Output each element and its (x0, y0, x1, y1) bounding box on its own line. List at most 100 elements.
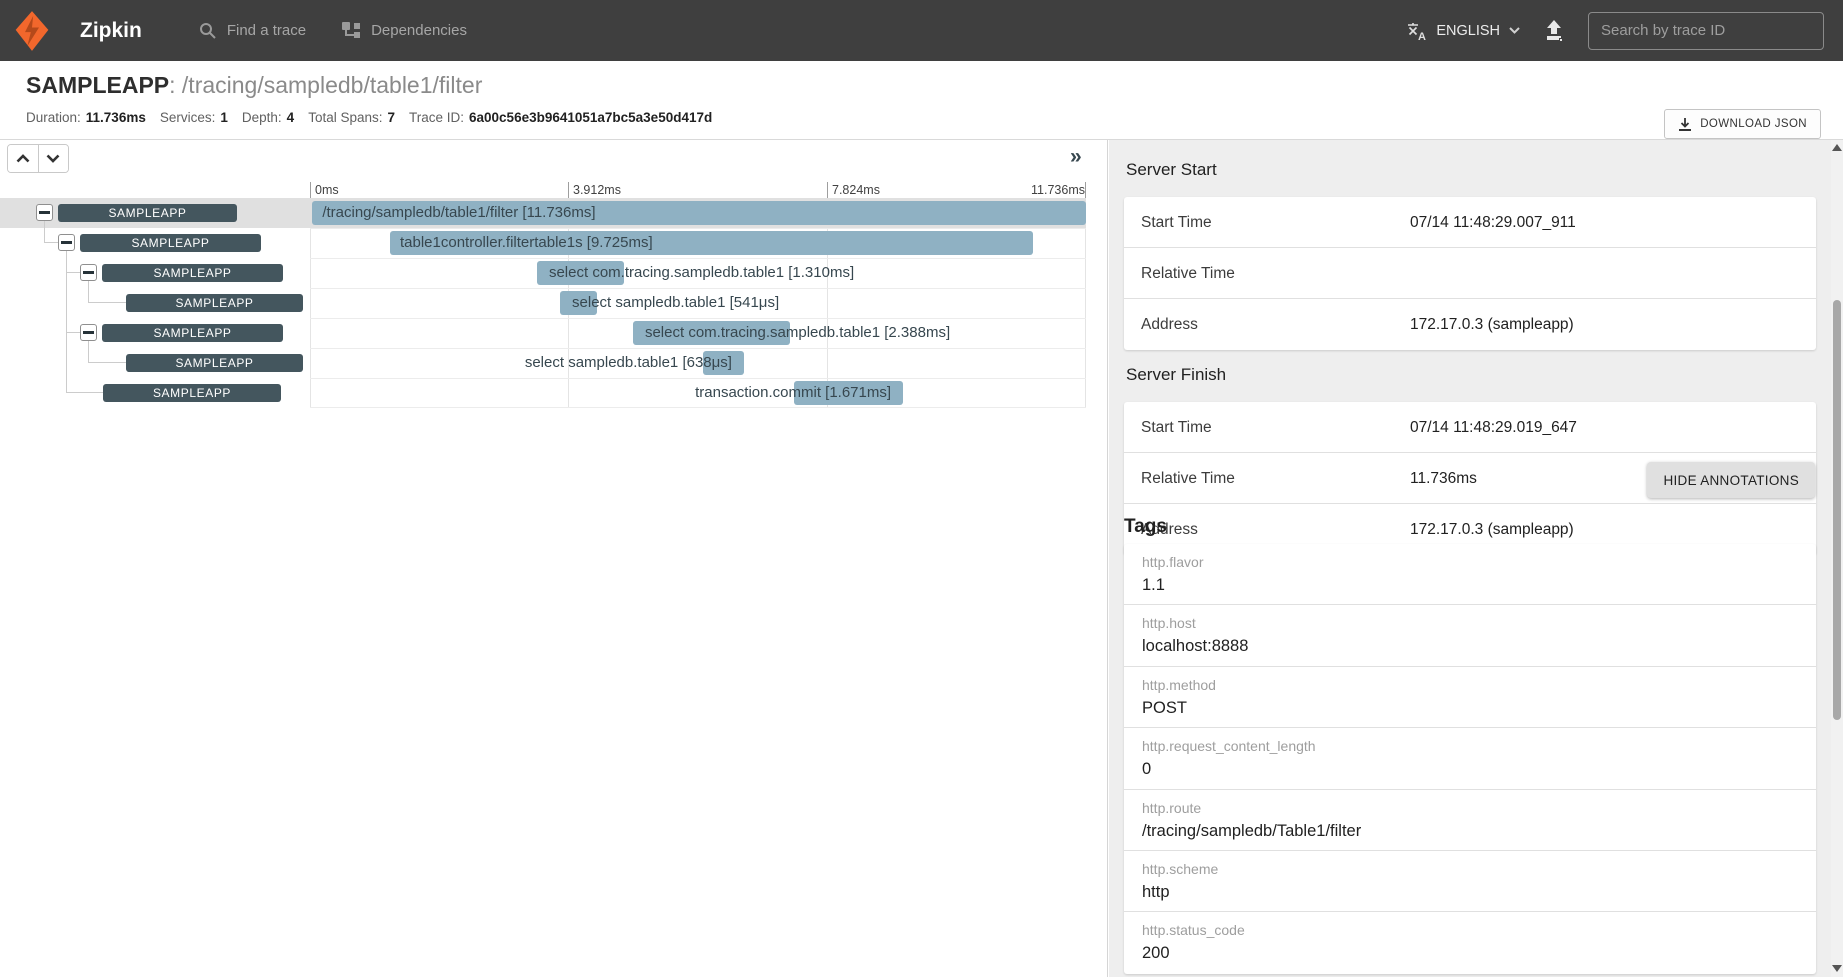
page-title: SAMPLEAPP: /tracing/sampledb/table1/filt… (26, 72, 482, 99)
stat-depth-value: 4 (287, 110, 295, 125)
span-bar-label: /tracing/sampledb/table1/filter [11.736m… (322, 204, 595, 222)
dependencies-icon (342, 22, 360, 39)
nav-find-a-trace[interactable]: Find a trace (199, 22, 306, 39)
span-bar-label: select sampledb.table1 [638μs] (525, 354, 732, 372)
tag-key: http.route (1142, 800, 1816, 817)
translate-icon: A (1407, 21, 1427, 41)
tree-connector (88, 281, 89, 303)
tag-value: 1.1 (1142, 574, 1816, 596)
span-bar-row: transaction.commit [1.671ms] (310, 378, 1086, 408)
tags-title: Tags (1124, 516, 1167, 538)
tag-key: http.method (1142, 677, 1816, 694)
trace-header: SAMPLEAPP: /tracing/sampledb/table1/filt… (0, 61, 1843, 140)
stat-services-value: 1 (220, 110, 228, 125)
tag-key: http.host (1142, 615, 1816, 632)
tree-connector (88, 341, 89, 363)
stat-total-spans-value: 7 (387, 110, 395, 125)
tag-key: http.scheme (1142, 861, 1816, 878)
tag-row: http.scheme http (1124, 851, 1816, 912)
span-nav-buttons (7, 144, 69, 173)
nav-find-a-trace-label: Find a trace (227, 22, 306, 39)
span-detail-panel: Server Start Start Time 07/14 11:48:29.0… (1109, 140, 1843, 977)
span-service-button[interactable]: SAMPLEAPP (102, 264, 283, 282)
span-service-button[interactable]: SAMPLEAPP (80, 234, 261, 252)
stat-depth-label: Depth: (242, 110, 282, 125)
collapse-span-icon[interactable] (58, 234, 75, 251)
span-service-button[interactable]: SAMPLEAPP (126, 294, 303, 312)
tag-key: http.flavor (1142, 554, 1816, 571)
annotation-value: 172.17.0.3 (sampleapp) (1410, 316, 1574, 334)
scrollbar-thumb[interactable] (1833, 300, 1841, 720)
chevron-down-icon (1509, 27, 1520, 34)
tree-connector (44, 242, 58, 243)
nav-dependencies[interactable]: Dependencies (342, 22, 467, 39)
svg-text:A: A (1418, 31, 1426, 41)
upload-trace-button[interactable] (1544, 20, 1564, 41)
prev-span-button[interactable] (8, 145, 39, 172)
annotation-row: Relative Time (1124, 248, 1816, 299)
timeline-panel: » 0ms 3.912ms 7.824ms 11.736ms (0, 140, 1108, 977)
span-bar-label: select sampledb.table1 [541μs] (572, 294, 779, 312)
navbar-right: A ENGLISH (1407, 12, 1824, 50)
tree-connector (66, 392, 103, 393)
annotation-label: Start Time (1141, 214, 1212, 232)
tree-connector (44, 221, 45, 243)
span-bar-label: select com.tracing.sampledb.table1 [1.31… (549, 264, 854, 282)
download-json-label: DOWNLOAD JSON (1700, 118, 1807, 130)
span-bar-label: select com.tracing.sampledb.table1 [2.38… (645, 324, 950, 342)
hide-annotations-button[interactable]: HIDE ANNOTATIONS (1647, 462, 1815, 498)
scroll-down-arrow-icon[interactable] (1832, 965, 1842, 972)
scrollbar-track[interactable] (1831, 140, 1843, 977)
span-bar-label: table1controller.filtertable1s [9.725ms] (400, 234, 653, 252)
span-bar-row: select sampledb.table1 [638μs] (310, 348, 1086, 378)
upload-icon (1544, 20, 1564, 41)
tag-value: POST (1142, 697, 1816, 719)
scroll-up-arrow-icon[interactable] (1832, 144, 1842, 151)
tag-row: http.flavor 1.1 (1124, 544, 1816, 605)
annotation-value: 172.17.0.3 (sampleapp) (1410, 521, 1574, 539)
collapse-span-icon[interactable] (36, 204, 53, 221)
tag-value: 0 (1142, 758, 1816, 780)
stat-total-spans-label: Total Spans: (308, 110, 382, 125)
tag-key: http.request_content_length (1142, 738, 1816, 755)
chevron-down-icon (46, 154, 60, 163)
chevron-up-icon (16, 154, 30, 163)
trace-stats: Duration: 11.736ms Services: 1 Depth: 4 Tot… (26, 110, 712, 125)
collapse-span-icon[interactable] (80, 264, 97, 281)
annotation-row: Start Time 07/14 11:48:29.007_911 (1124, 197, 1816, 248)
download-json-button[interactable]: DOWNLOAD JSON (1664, 109, 1821, 139)
span-service-button[interactable]: SAMPLEAPP (126, 354, 303, 372)
stat-duration-label: Duration: (26, 110, 81, 125)
span-service-button[interactable]: SAMPLEAPP (103, 384, 281, 402)
span-bar-row: /tracing/sampledb/table1/filter [11.736m… (310, 198, 1086, 228)
span-service-button[interactable]: SAMPLEAPP (102, 324, 283, 342)
search-icon (199, 22, 216, 39)
search-input[interactable] (1588, 12, 1824, 50)
tick-mark (827, 182, 828, 198)
tree-connector (88, 302, 126, 303)
tick-mark (568, 182, 569, 198)
tags-card: http.flavor 1.1 http.host localhost:8888… (1124, 544, 1816, 974)
annotation-row: Start Time 07/14 11:48:29.019_647 (1124, 402, 1816, 453)
brand-title[interactable]: Zipkin (80, 19, 142, 43)
server-start-card: Start Time 07/14 11:48:29.007_911 Relati… (1124, 197, 1816, 350)
trace-service-name: SAMPLEAPP (26, 72, 169, 98)
span-service-button[interactable]: SAMPLEAPP (58, 204, 237, 222)
stat-services-label: Services: (160, 110, 216, 125)
language-selector[interactable]: A ENGLISH (1407, 21, 1520, 41)
next-span-button[interactable] (39, 145, 69, 172)
download-icon (1678, 117, 1692, 132)
tick-mark (310, 182, 311, 198)
tree-connector (66, 332, 80, 333)
tree-connector (88, 362, 126, 363)
span-bar-label: transaction.commit [1.671ms] (695, 384, 891, 402)
zipkin-logo-icon[interactable] (13, 10, 51, 52)
annotation-label: Start Time (1141, 419, 1212, 437)
annotation-label: Address (1141, 316, 1198, 334)
tag-value: localhost:8888 (1142, 635, 1816, 657)
stat-duration-value: 11.736ms (86, 110, 146, 125)
collapse-span-icon[interactable] (80, 324, 97, 341)
collapse-timeline-button[interactable]: » (1070, 146, 1082, 167)
stat-trace-id-value: 6a00c56e3b9641051a7bc5a3e50d417d (469, 110, 712, 125)
tag-row: http.status_code 200 (1124, 912, 1816, 973)
